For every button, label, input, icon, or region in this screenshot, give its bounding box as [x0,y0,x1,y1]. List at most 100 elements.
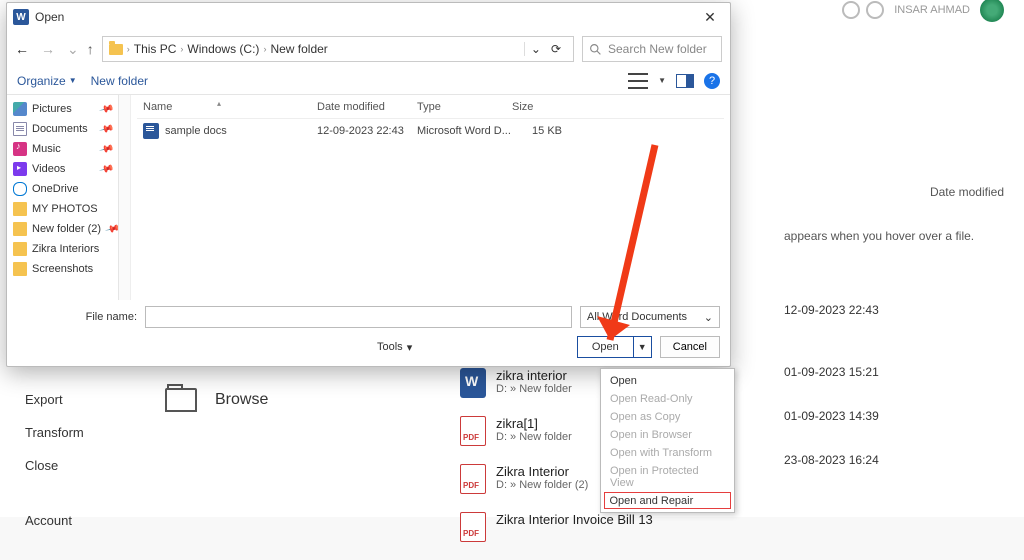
organize-button[interactable]: Organize▼ [17,74,77,88]
address-dropdown-icon[interactable]: ⌄ [531,42,541,56]
bg-date-0: 12-09-2023 22:43 [784,303,1004,317]
col-header-date[interactable]: Date modified [317,101,417,113]
sort-indicator-icon: ▴ [217,99,221,108]
sidebar-item[interactable]: Documents📌 [9,119,116,139]
recent-file-path: D: » New folder (2) [496,479,588,491]
file-name: sample docs [165,125,227,137]
dialog-toolbar: Organize▼ New folder ▼ ? [7,67,730,95]
open-split-button: Open ▼ [577,336,652,358]
pdf-icon [460,464,486,494]
preview-pane-button[interactable] [676,74,694,88]
sidebar-item-icon [13,102,27,116]
open-dropdown-caret[interactable]: ▼ [633,337,651,357]
sidebar-item-icon [13,182,27,196]
recent-file-name: Zikra Interior [496,464,588,479]
search-input[interactable]: Search New folder [582,36,722,62]
dialog-footer: File name: All Word Documents ⌄ Tools▾ O… [7,300,730,366]
sidebar-item-icon [13,242,27,256]
word-icon: W [13,9,29,25]
dialog-titlebar: W Open ✕ [7,3,730,31]
view-mode-button[interactable] [628,73,648,89]
sidebar-item[interactable]: Zikra Interiors [9,239,116,259]
hover-hint: appears when you hover over a file. [784,229,1004,243]
word-icon [460,368,486,398]
sidebar-item[interactable]: New folder (2)📌 [9,219,116,239]
recent-file-path: D: » New folder [496,431,572,443]
bg-date-2: 01-09-2023 14:39 [784,409,1004,423]
dropdown-item: Open Read-Only [604,390,731,408]
breadcrumb-sep: › [127,44,130,54]
open-dialog: W Open ✕ ← → ⌄ ↑ › This PC › Windows (C:… [6,2,731,367]
sidebar-item[interactable]: Pictures📌 [9,99,116,119]
browse-button[interactable]: Browse [165,388,268,412]
nav-recent-dropdown[interactable]: ⌄ [67,41,79,58]
backstage-menu: Export Transform Close Account [25,392,145,546]
breadcrumb-thispc[interactable]: This PC [134,42,177,56]
file-type-filter[interactable]: All Word Documents ⌄ [580,306,720,328]
filename-label: File name: [17,311,137,323]
nav-up[interactable]: ↑ [87,41,94,57]
file-row[interactable]: sample docs12-09-2023 22:43Microsoft Wor… [137,119,724,143]
decor-shapes [842,1,884,19]
new-folder-button[interactable]: New folder [91,74,148,88]
breadcrumb-sep: › [180,44,183,54]
pin-icon[interactable]: 📌 [98,121,114,137]
sidebar-item-label: Zikra Interiors [32,243,99,255]
refresh-icon[interactable]: ⟳ [551,42,561,56]
sidebar-scrollbar[interactable] [119,95,131,300]
dropdown-item: Open in Browser [604,426,731,444]
sidebar-item-label: Videos [32,163,65,175]
dropdown-item[interactable]: Open and Repair [604,492,731,509]
recent-file-name: zikra interior [496,368,572,383]
pin-icon[interactable]: 📌 [98,161,114,177]
file-date: 12-09-2023 22:43 [317,125,417,137]
dropdown-item: Open as Copy [604,408,731,426]
background-right-column: Date modified appears when you hover ove… [764,80,1024,507]
pin-icon[interactable]: 📌 [98,101,114,117]
sidebar-item[interactable]: MY PHOTOS [9,199,116,219]
file-pane: Name▴ Date modified Type Size sample doc… [119,95,730,300]
col-header-size[interactable]: Size [512,101,572,113]
dropdown-item: Open with Transform [604,444,731,462]
breadcrumb-folder[interactable]: New folder [270,42,327,56]
pdf-icon [460,416,486,446]
open-button[interactable]: Open [578,337,633,357]
col-header-name[interactable]: Name▴ [137,101,317,113]
close-button[interactable]: ✕ [696,9,724,26]
address-bar[interactable]: › This PC › Windows (C:) › New folder ⌄ … [102,36,574,62]
search-icon [589,43,602,56]
sidebar-item-icon [13,202,27,216]
backstage-account[interactable]: Account [25,513,145,528]
backstage-export[interactable]: Export [25,392,145,407]
sidebar-item-icon [13,122,27,136]
col-header-type[interactable]: Type [417,101,512,113]
nav-back[interactable]: ← [15,41,29,58]
nav-bar: ← → ⌄ ↑ › This PC › Windows (C:) › New f… [7,31,730,67]
sidebar-item-label: MY PHOTOS [32,203,98,215]
bg-date-1: 01-09-2023 15:21 [784,365,1004,379]
nav-forward[interactable]: → [41,41,55,58]
view-mode-caret[interactable]: ▼ [658,76,666,85]
sidebar-item[interactable]: Music 📌 [9,139,116,159]
tools-dropdown[interactable]: Tools▾ [377,341,412,354]
cancel-button[interactable]: Cancel [660,336,720,358]
sidebar-item[interactable]: Videos 📌 [9,159,116,179]
bg-date-3: 23-08-2023 16:24 [784,453,1004,467]
backstage-close[interactable]: Close [25,458,145,473]
chevron-down-icon: ⌄ [704,311,713,324]
sidebar-item[interactable]: OneDrive [9,179,116,199]
sidebar-item-label: Screenshots [32,263,93,275]
browse-label: Browse [215,391,268,409]
sidebar-item-icon [13,222,27,236]
sidebar-item[interactable]: Screenshots [9,259,116,279]
dropdown-item: Open in Protected View [604,462,731,492]
filename-input[interactable] [145,306,572,328]
sidebar-item-label: Music [32,143,61,155]
avatar[interactable] [980,0,1004,22]
backstage-transform[interactable]: Transform [25,425,145,440]
help-button[interactable]: ? [704,73,720,89]
pin-icon[interactable]: 📌 [98,141,114,157]
breadcrumb-drive[interactable]: Windows (C:) [187,42,259,56]
pin-icon[interactable]: 📌 [104,221,119,237]
dropdown-item[interactable]: Open [604,372,731,390]
